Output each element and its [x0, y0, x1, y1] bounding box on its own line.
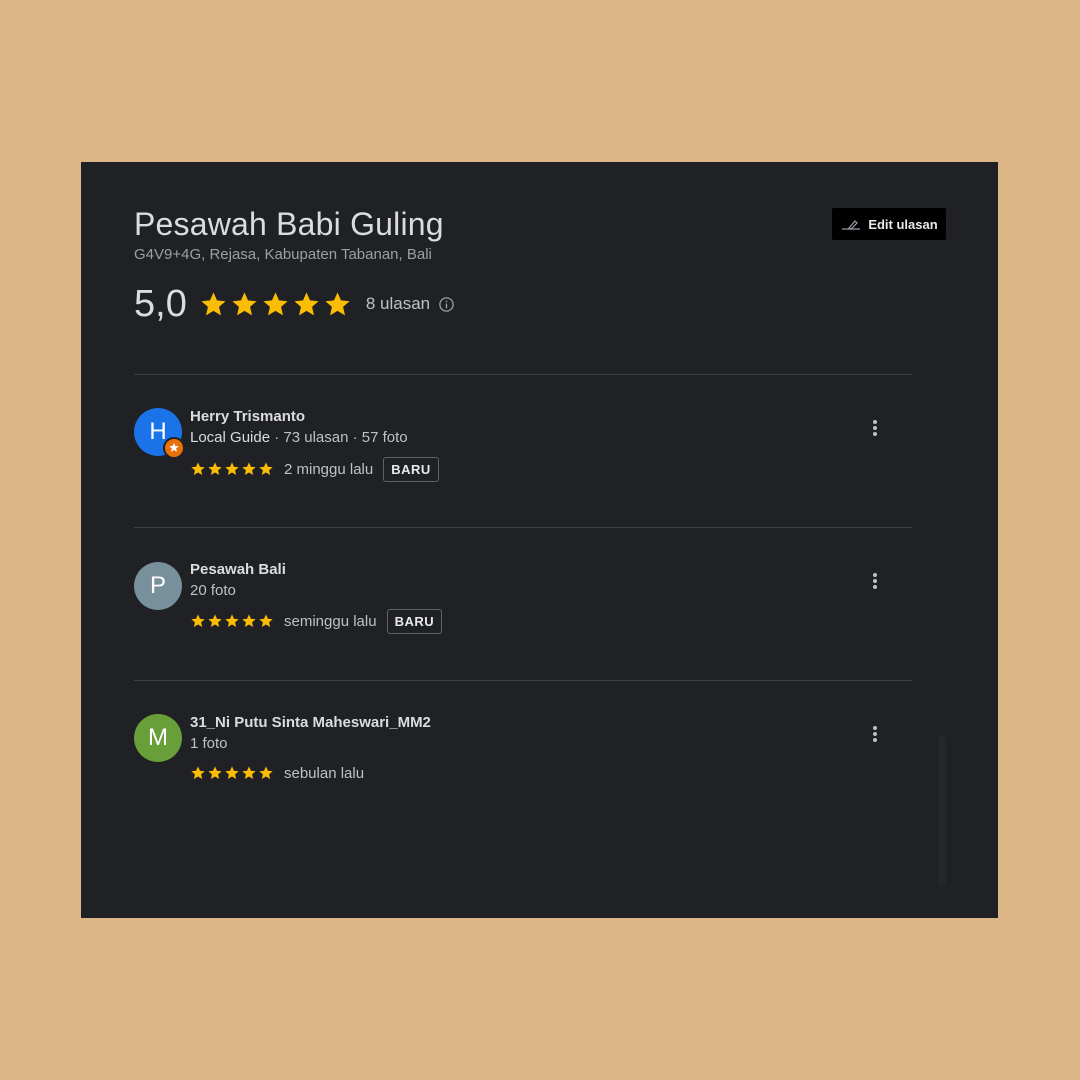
new-badge: BARU	[386, 608, 443, 634]
star-icon	[191, 462, 205, 475]
edit-review-button[interactable]: Edit ulasan	[832, 208, 946, 240]
star-icon	[263, 291, 288, 315]
review-rating-line: 2 minggu lalu BARU	[190, 456, 439, 482]
scrollbar[interactable]	[938, 736, 946, 886]
review-stars	[190, 613, 274, 629]
divider	[134, 374, 912, 375]
star-icon	[259, 766, 273, 779]
avatar[interactable]: P	[134, 562, 182, 610]
reviewer-meta: 20 foto	[190, 582, 236, 599]
divider	[134, 527, 912, 528]
edit-review-label: Edit ulasan	[868, 216, 938, 232]
star-icon	[259, 462, 273, 475]
review-item: H Herry Trismanto Local Guide · 73 ulasa…	[134, 408, 894, 488]
avatar[interactable]: M	[134, 714, 182, 762]
star-icon	[208, 614, 222, 627]
star-icon	[208, 462, 222, 475]
review-stars	[190, 765, 274, 781]
divider	[134, 680, 912, 681]
star-icon	[191, 766, 205, 779]
reviewer-meta: 1 foto	[190, 735, 228, 752]
reviews-panel: Pesawah Babi Guling G4V9+4G, Rejasa, Kab…	[81, 162, 998, 918]
avatar-initial: M	[148, 724, 168, 751]
reviewer-name[interactable]: Pesawah Bali	[190, 561, 286, 578]
review-item: M 31_Ni Putu Sinta Maheswari_MM2 1 foto …	[134, 714, 894, 794]
star-icon	[232, 291, 257, 315]
star-icon	[201, 291, 226, 315]
rating-value: 5,0	[134, 282, 187, 325]
more-vert-icon	[873, 726, 877, 742]
star-icon	[259, 614, 273, 627]
more-vert-icon	[873, 573, 877, 589]
place-title: Pesawah Babi Guling	[134, 206, 444, 242]
reviewer-meta: Local Guide · 73 ulasan · 57 foto	[190, 429, 408, 446]
reviewer-name[interactable]: Herry Trismanto	[190, 408, 305, 425]
review-stars	[190, 461, 274, 477]
star-icon	[191, 614, 205, 627]
review-date: sebulan lalu	[284, 764, 365, 782]
review-count-link[interactable]: 8 ulasan	[366, 294, 430, 314]
rating-summary: 5,0 8 ulasan	[134, 282, 455, 326]
review-date: seminggu lalu	[284, 612, 377, 630]
star-icon	[242, 614, 256, 627]
local-guide-badge-icon	[163, 437, 185, 459]
star-icon	[225, 766, 239, 779]
star-icon	[242, 766, 256, 779]
review-rating-line: seminggu lalu BARU	[190, 608, 443, 634]
avatar-initial: P	[149, 572, 166, 599]
star-icon	[242, 462, 256, 475]
new-badge: BARU	[383, 456, 439, 482]
review-item: P Pesawah Bali 20 foto seminggu lalu BAR…	[134, 561, 894, 642]
more-options-button[interactable]	[863, 718, 887, 750]
more-options-button[interactable]	[863, 412, 887, 444]
pencil-icon	[840, 217, 862, 231]
star-icon	[225, 614, 239, 627]
reviewer-name[interactable]: 31_Ni Putu Sinta Maheswari_MM2	[190, 714, 431, 731]
star-icon	[225, 462, 239, 475]
star-icon	[208, 766, 222, 779]
more-vert-icon	[873, 420, 877, 436]
place-address: G4V9+4G, Rejasa, Kabupaten Tabanan, Bali	[134, 246, 432, 263]
reviewer-stats: · 73 ulasan · 57 foto	[270, 429, 408, 446]
local-guide-label: Local Guide	[190, 429, 271, 446]
review-date: 2 minggu lalu	[284, 460, 374, 478]
star-icon	[294, 291, 319, 315]
review-rating-line: sebulan lalu	[190, 760, 374, 786]
star-icon	[325, 291, 350, 315]
more-options-button[interactable]	[863, 565, 887, 597]
rating-stars	[199, 290, 352, 319]
info-icon[interactable]	[438, 296, 455, 313]
